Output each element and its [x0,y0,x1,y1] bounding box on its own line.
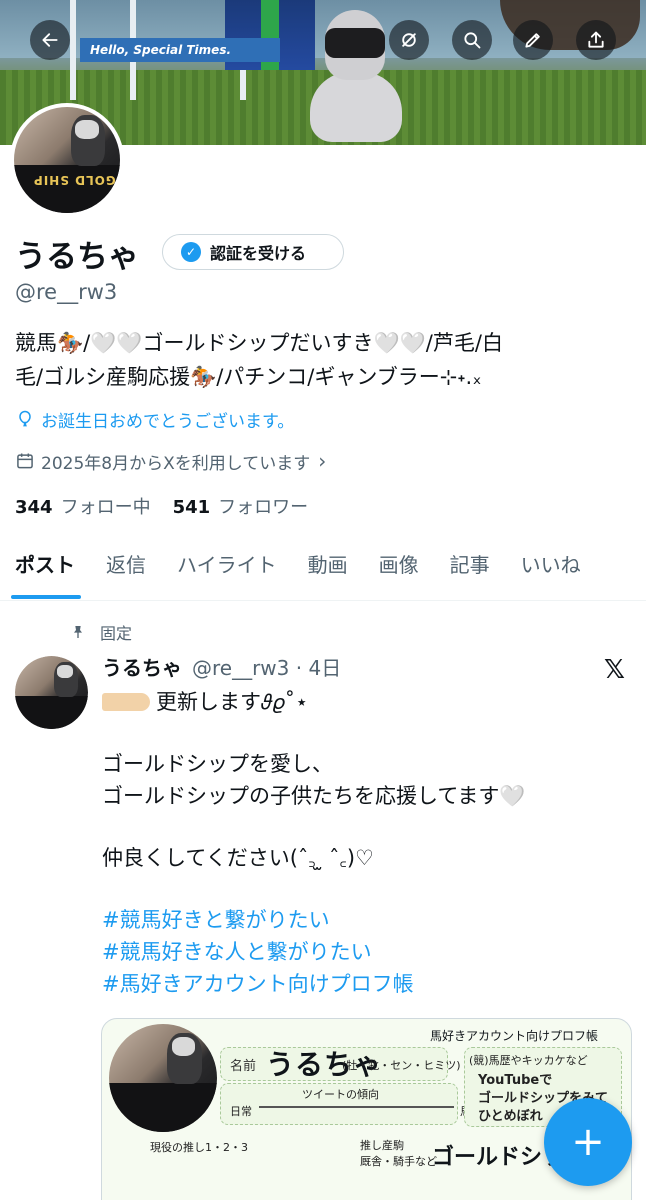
edit-button[interactable] [513,20,553,60]
birthday-text: お誕生日おめでとうございます。 [41,411,295,432]
banner-gate-post [70,0,76,100]
follow-stats: 344 フォロー中 541 フォロワー [15,493,308,519]
bio-line: 毛/ゴルシ産駒応援🏇/パチンコ/ギャンブラー⊹˖.ₓ [15,365,482,389]
search-icon [464,32,481,49]
post-author-name[interactable]: うるちゃ [102,652,182,681]
profile-handle: @re__rw3 [15,280,118,304]
following-link[interactable]: 344 フォロー中 [15,493,151,519]
following-label: フォロー中 [60,497,151,518]
card-avatar [109,1024,217,1132]
card-gender: (牡・牝・セン・ヒミツ) [342,1059,461,1072]
post-image[interactable]: 馬好きアカウント向けプロフ帳 名前 うるちゃ (牡・牝・セン・ヒミツ) ツイート… [101,1018,632,1200]
joined-row[interactable]: 2025年8月からXを利用しています › [15,447,326,475]
joined-text: 2025年8月からXを利用しています [41,453,311,474]
card-sire-sub: 厩舎・騎手など [360,1155,437,1168]
card-title: 馬好きアカウント向けプロフ帳 [430,1029,599,1043]
grok-icon [402,33,416,47]
tab-posts[interactable]: ポスト [11,540,81,601]
post-meta[interactable]: @re__rw3 · 4日 [192,652,341,681]
tab-images[interactable]: 画像 [379,540,419,601]
post-header: うるちゃ @re__rw3 · 4日 [102,652,341,681]
post-line: ゴールドシップの子供たちを応援してます🤍 [102,784,526,808]
hashtag-link[interactable]: #馬好きアカウント向けプロフ帳 [102,968,632,1000]
card-history: (競)馬歴やキッカケなど [469,1054,588,1067]
balloon-icon [19,410,31,427]
share-button[interactable] [576,20,616,60]
profile-avatar[interactable]: GOLD SHIP [10,103,124,217]
profile-bio: 競馬🏇/🤍🤍ゴールドシップだいすき🤍🤍/芦毛/白 毛/ゴルシ産駒応援🏇/パチンコ… [15,326,631,394]
pin-icon [74,626,82,638]
card-sire: 推し産駒 [360,1139,404,1152]
tab-replies[interactable]: 返信 [106,540,146,601]
verified-badge-icon: ✓ [181,242,201,262]
card-youtube-3: ひとめぼれ [478,1109,543,1124]
card-youtube-1: YouTubeで [478,1073,553,1088]
tab-highlights[interactable]: ハイライト [177,540,277,601]
birthday-row: お誕生日おめでとうございます。 [15,405,294,433]
grok-button[interactable] [389,20,429,60]
x-logo-icon: 𝕏 [604,655,625,685]
pinned-label: 固定 [100,624,133,643]
chevron-right-icon: › [318,449,327,473]
profile-tabs: ポスト 返信 ハイライト 動画 画像 記事 いいね [0,540,646,601]
hashtag-link[interactable]: #競馬好きと繋がりたい [102,904,632,936]
share-icon [588,31,604,48]
avatar-image: GOLD SHIP [14,107,120,213]
post-line: ゴールドシップを愛し、 [102,752,333,776]
card-trend-line [259,1106,454,1108]
calendar-icon [17,453,33,469]
followers-link[interactable]: 541 フォロワー [173,493,309,519]
back-button[interactable] [30,20,70,60]
followers-count: 541 [172,497,211,518]
arrow-left-icon [42,33,58,47]
tab-likes[interactable]: いいね [521,540,581,601]
tab-videos[interactable]: 動画 [308,540,348,601]
get-verified-button[interactable]: ✓ 認証を受ける [162,234,344,270]
card-daily: 日常 [230,1105,252,1118]
post-author-avatar[interactable] [15,656,88,729]
label-tag-icon [102,693,150,711]
tab-articles[interactable]: 記事 [450,540,490,601]
profile-name: うるちゃ [15,239,139,275]
card-current: 現役の推し1・2・3 [150,1141,248,1154]
card-trend-label: ツイートの傾向 [302,1088,379,1101]
compose-button[interactable]: + [544,1098,632,1186]
get-verified-label: 認証を受ける [210,244,307,263]
followers-label: フォロワー [218,497,309,518]
following-count: 344 [15,497,53,518]
pinned-indicator: 固定 [70,620,132,644]
pencil-icon [525,33,540,48]
hashtag-link[interactable]: #競馬好きな人と繋がりたい [102,936,632,968]
banner-sign: Hello, Special Times. [80,38,280,62]
post-text: 更新します𝜗𝜚˚⋆ ゴールドシップを愛し、 ゴールドシップの子供たちを応援してま… [102,686,632,1000]
bio-line: 競馬🏇/🤍🤍ゴールドシップだいすき🤍🤍/芦毛/白 [15,331,503,355]
card-name-label: 名前 [230,1059,257,1074]
search-button[interactable] [452,20,492,60]
post-line: 更新します𝜗𝜚˚⋆ [156,690,309,714]
post-line: 仲良くしてください(ˆ꜆ ̫ ˆ꜀)♡ [102,846,374,870]
